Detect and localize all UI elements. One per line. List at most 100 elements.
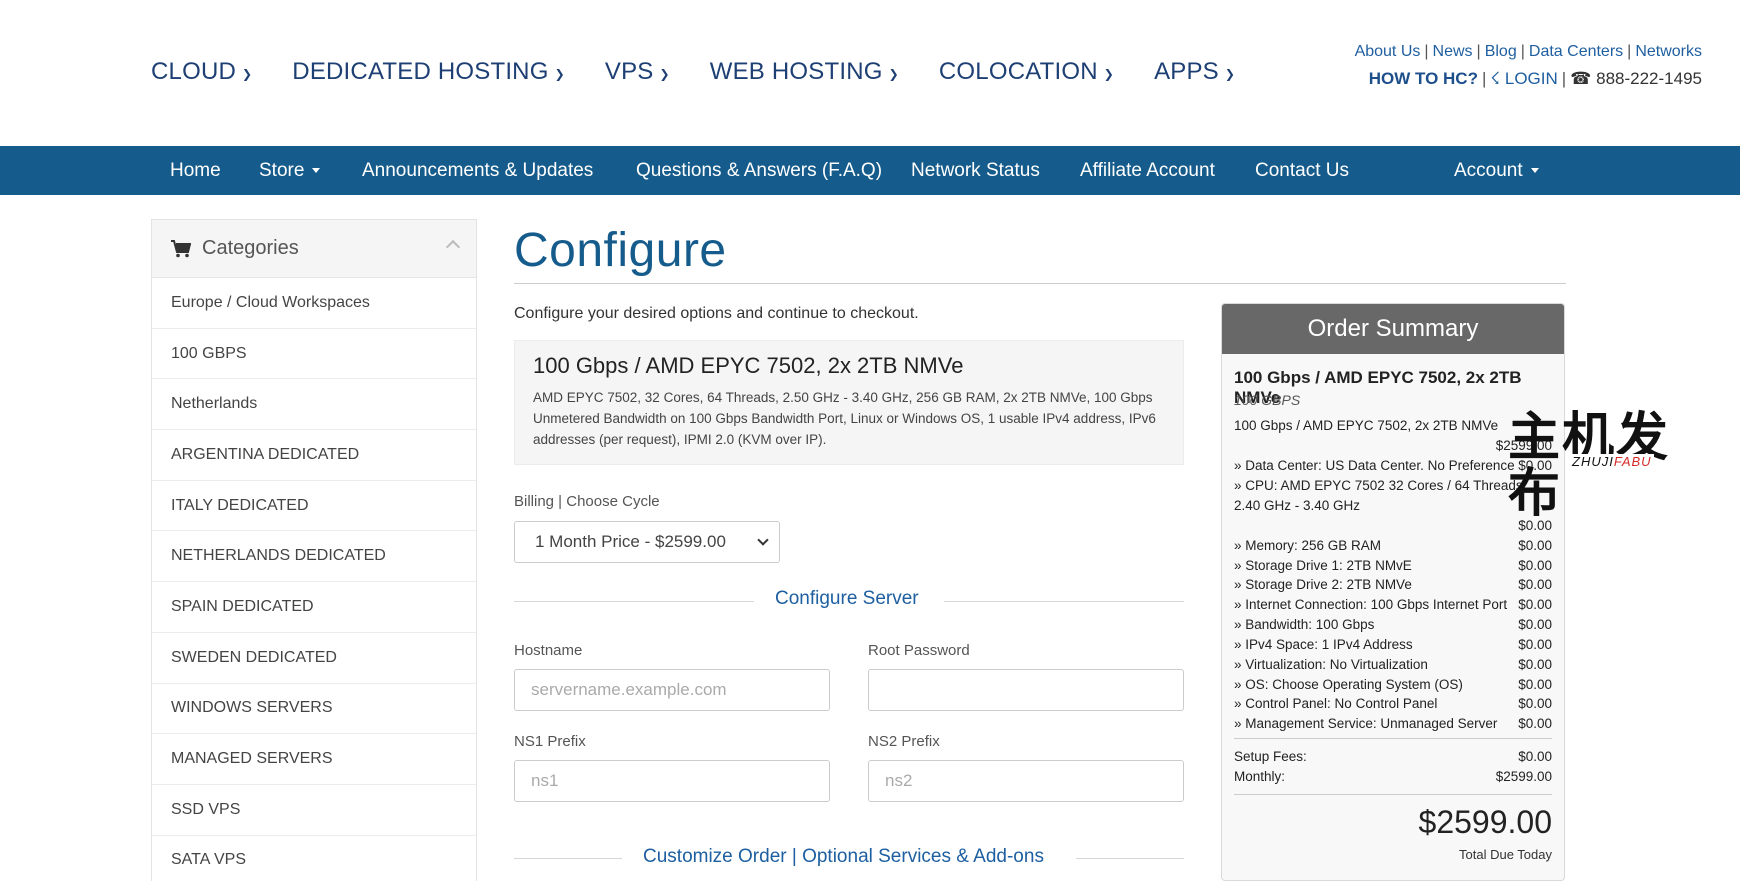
categories-header[interactable]: Categories bbox=[152, 220, 476, 278]
order-summary: Order Summary 100 Gbps / AMD EPYC 7502, … bbox=[1221, 303, 1565, 881]
nav-announcements[interactable]: Announcements & Updates bbox=[362, 146, 593, 195]
ns1-label: NS1 Prefix bbox=[514, 733, 586, 750]
nav-affiliate[interactable]: Affiliate Account bbox=[1080, 146, 1215, 195]
setup-fees-label: Setup Fees: bbox=[1234, 749, 1307, 764]
product-description: AMD EPYC 7502, 32 Cores, 64 Threads, 2.5… bbox=[533, 390, 1156, 447]
billing-cycle-select[interactable]: 1 Month Price - $2599.00 bbox=[514, 521, 780, 563]
nav-faq[interactable]: Questions & Answers (F.A.Q) bbox=[636, 146, 882, 195]
login-link[interactable]: ☇ LOGIN bbox=[1490, 69, 1557, 88]
sidebar-item[interactable]: SWEDEN DEDICATED bbox=[152, 633, 476, 684]
divider: | bbox=[1424, 43, 1429, 60]
phone-number: 888-222-1495 bbox=[1596, 69, 1702, 88]
option-amount: $0.00 bbox=[1518, 716, 1552, 731]
nav-network-status[interactable]: Network Status bbox=[911, 146, 1040, 195]
sidebar-item[interactable]: ARGENTINA DEDICATED bbox=[152, 430, 476, 481]
summary-product-group: 100 GBPS bbox=[1234, 392, 1301, 408]
sidebar-item[interactable]: SATA VPS bbox=[152, 836, 476, 881]
option-amount: $0.00 bbox=[1518, 558, 1552, 573]
ns1-input[interactable]: ns1 bbox=[514, 760, 830, 802]
phone-link[interactable]: ☎ 888-222-1495 bbox=[1570, 69, 1702, 88]
main-nav-colocation[interactable]: COLOCATION ❯ bbox=[939, 58, 1114, 86]
hostname-input[interactable]: servername.example.com bbox=[514, 669, 830, 711]
total-due-label: Total Due Today bbox=[1459, 847, 1552, 862]
divider bbox=[1076, 858, 1184, 859]
summary-option: » Control Panel: No Control Panel $0.00 bbox=[1234, 696, 1552, 711]
login-label: LOGIN bbox=[1504, 69, 1558, 88]
option-label: » Control Panel: No Control Panel bbox=[1234, 696, 1438, 711]
option-label: » OS: Choose Operating System (OS) bbox=[1234, 677, 1463, 692]
divider bbox=[514, 283, 1566, 284]
chevron-down-icon: ❯ bbox=[659, 67, 670, 81]
product-info: 100 Gbps / AMD EPYC 7502, 2x 2TB NMVe AM… bbox=[514, 340, 1184, 465]
networks-link[interactable]: Networks bbox=[1635, 43, 1702, 60]
ns2-label: NS2 Prefix bbox=[868, 733, 940, 750]
how-to-link[interactable]: HOW TO HC? bbox=[1369, 69, 1478, 88]
sidebar-item[interactable]: NETHERLANDS DEDICATED bbox=[152, 531, 476, 583]
main-nav-cloud[interactable]: CLOUD ❯ bbox=[151, 58, 252, 86]
main-nav: CLOUD ❯ DEDICATED HOSTING ❯ VPS ❯ WEB HOSTI… bbox=[151, 58, 1275, 86]
sidebar-item[interactable]: Europe / Cloud Workspaces bbox=[152, 278, 476, 329]
sidebar-item[interactable]: WINDOWS SERVERS bbox=[152, 684, 476, 735]
main-nav-label: VPS bbox=[604, 58, 654, 85]
option-label: » Internet Connection: 100 Gbps Internet… bbox=[1234, 597, 1508, 612]
divider: | bbox=[1476, 43, 1481, 60]
about-link[interactable]: About Us bbox=[1355, 43, 1421, 60]
sidebar-item[interactable]: SPAIN DEDICATED bbox=[152, 582, 476, 633]
divider bbox=[1234, 738, 1552, 739]
nav-account[interactable]: Account bbox=[1454, 146, 1539, 195]
chevron-down-icon: ❯ bbox=[242, 67, 253, 81]
option-label: » IPv4 Space: 1 IPv4 Address bbox=[1234, 637, 1413, 652]
option-label: » Storage Drive 2: 2TB NMVe bbox=[1234, 577, 1412, 592]
summary-line-item: 100 Gbps / AMD EPYC 7502, 2x 2TB NMVe bbox=[1234, 418, 1552, 433]
main-nav-label: CLOUD bbox=[151, 58, 237, 85]
sidebar-item[interactable]: ITALY DEDICATED bbox=[152, 481, 476, 532]
nav-store[interactable]: Store bbox=[259, 146, 321, 195]
summary-option: » Data Center: US Data Center. No Prefer… bbox=[1234, 458, 1552, 473]
page-title: Configure bbox=[514, 224, 727, 277]
intro-text: Configure your desired options and conti… bbox=[514, 305, 919, 322]
option-amount: $0.00 bbox=[1518, 617, 1552, 632]
monthly-amount: $2599.00 bbox=[1495, 769, 1552, 784]
sidebar-item[interactable]: Netherlands bbox=[152, 379, 476, 431]
chevron-up-icon[interactable] bbox=[445, 239, 461, 255]
client-navbar: Home Store Announcements & Updates Quest… bbox=[0, 146, 1740, 195]
sidebar-item[interactable]: 100 GBPS bbox=[152, 329, 476, 380]
site-header: CLOUD ❯ DEDICATED HOSTING ❯ VPS ❯ WEB HOSTI… bbox=[0, 0, 1740, 146]
divider bbox=[514, 858, 622, 859]
chevron-down-icon bbox=[757, 534, 769, 546]
customize-order-heading: Customize Order | Optional Services & Ad… bbox=[643, 846, 1044, 867]
option-label: » Storage Drive 1: 2TB NMvE bbox=[1234, 558, 1412, 573]
sidebar-item[interactable]: MANAGED SERVERS bbox=[152, 734, 476, 785]
chevron-down-icon: ❯ bbox=[554, 67, 565, 81]
option-label: 2.40 GHz - 3.40 GHz bbox=[1234, 498, 1361, 513]
summary-option: » Memory: 256 GB RAM $0.00 bbox=[1234, 538, 1552, 553]
option-amount: $0.00 bbox=[1518, 577, 1552, 592]
sidebar-item[interactable]: SSD VPS bbox=[152, 785, 476, 836]
option-amount: $0.00 bbox=[1518, 597, 1552, 612]
option-amount: $0.00 bbox=[1518, 696, 1552, 711]
summary-option: » Storage Drive 1: 2TB NMvE $0.00 bbox=[1234, 558, 1552, 573]
main-nav-apps[interactable]: APPS ❯ bbox=[1154, 58, 1235, 86]
summary-option: » Storage Drive 2: 2TB NMVe $0.00 bbox=[1234, 577, 1552, 592]
divider: | bbox=[1481, 69, 1487, 88]
data-centers-link[interactable]: Data Centers bbox=[1529, 43, 1623, 60]
nav-store-label: Store bbox=[259, 160, 305, 181]
blog-link[interactable]: Blog bbox=[1485, 43, 1517, 60]
main-nav-vps[interactable]: VPS ❯ bbox=[605, 58, 670, 86]
setup-fees-amount: $0.00 bbox=[1518, 749, 1552, 764]
main-nav-dedicated-hosting[interactable]: DEDICATED HOSTING ❯ bbox=[292, 58, 565, 86]
nav-home[interactable]: Home bbox=[170, 146, 221, 195]
product-name: 100 Gbps / AMD EPYC 7502, 2x 2TB NMVe bbox=[533, 353, 964, 378]
chevron-down-icon: ❯ bbox=[1224, 67, 1236, 81]
divider bbox=[514, 601, 754, 602]
main-nav-web-hosting[interactable]: WEB HOSTING ❯ bbox=[710, 58, 899, 86]
divider: | bbox=[1627, 43, 1632, 60]
news-link[interactable]: News bbox=[1433, 43, 1473, 60]
root-password-label: Root Password bbox=[868, 642, 970, 659]
watermark-subtext: ZHUJIFABU bbox=[1570, 454, 1654, 469]
nav-contact[interactable]: Contact Us bbox=[1255, 146, 1349, 195]
root-password-input[interactable] bbox=[868, 669, 1184, 711]
ns2-input[interactable]: ns2 bbox=[868, 760, 1184, 802]
watermark-logo: 主机发布 ZHUJIFABU bbox=[1508, 410, 1714, 522]
billing-cycle-value: 1 Month Price - $2599.00 bbox=[535, 532, 726, 551]
